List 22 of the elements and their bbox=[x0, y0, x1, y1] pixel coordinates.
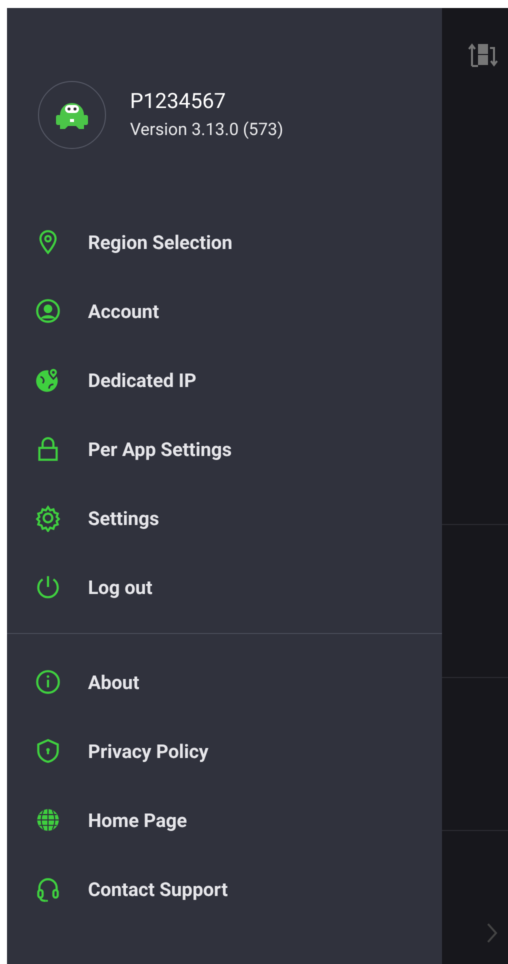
menu-item[interactable]: Log out bbox=[7, 553, 442, 622]
menu-item[interactable]: Settings bbox=[7, 484, 442, 553]
user-icon bbox=[35, 298, 61, 325]
menu-item[interactable]: Per App Settings bbox=[7, 415, 442, 484]
menu-item[interactable]: Account bbox=[7, 277, 442, 346]
toggle-layout-icon[interactable] bbox=[468, 42, 498, 68]
power-icon bbox=[35, 574, 61, 601]
menu-item[interactable]: Home Page bbox=[7, 786, 442, 855]
settings-icon bbox=[35, 505, 61, 532]
username: P1234567 bbox=[130, 89, 227, 116]
headset-icon bbox=[35, 876, 61, 903]
menu-item[interactable]: Contact Support bbox=[7, 855, 442, 924]
info-icon bbox=[35, 669, 61, 696]
menu-item[interactable]: Region Selection bbox=[7, 208, 442, 277]
app-version: Version 3.13.0 (573) bbox=[130, 119, 284, 142]
robot-logo-icon bbox=[38, 81, 106, 149]
shield-icon bbox=[35, 738, 61, 765]
menu-item[interactable]: About bbox=[7, 648, 442, 717]
globe-pin-icon bbox=[35, 367, 61, 394]
menu-item[interactable]: Dedicated IP bbox=[7, 346, 442, 415]
menu-item[interactable]: Privacy Policy bbox=[7, 717, 442, 786]
globe-icon bbox=[35, 807, 61, 834]
